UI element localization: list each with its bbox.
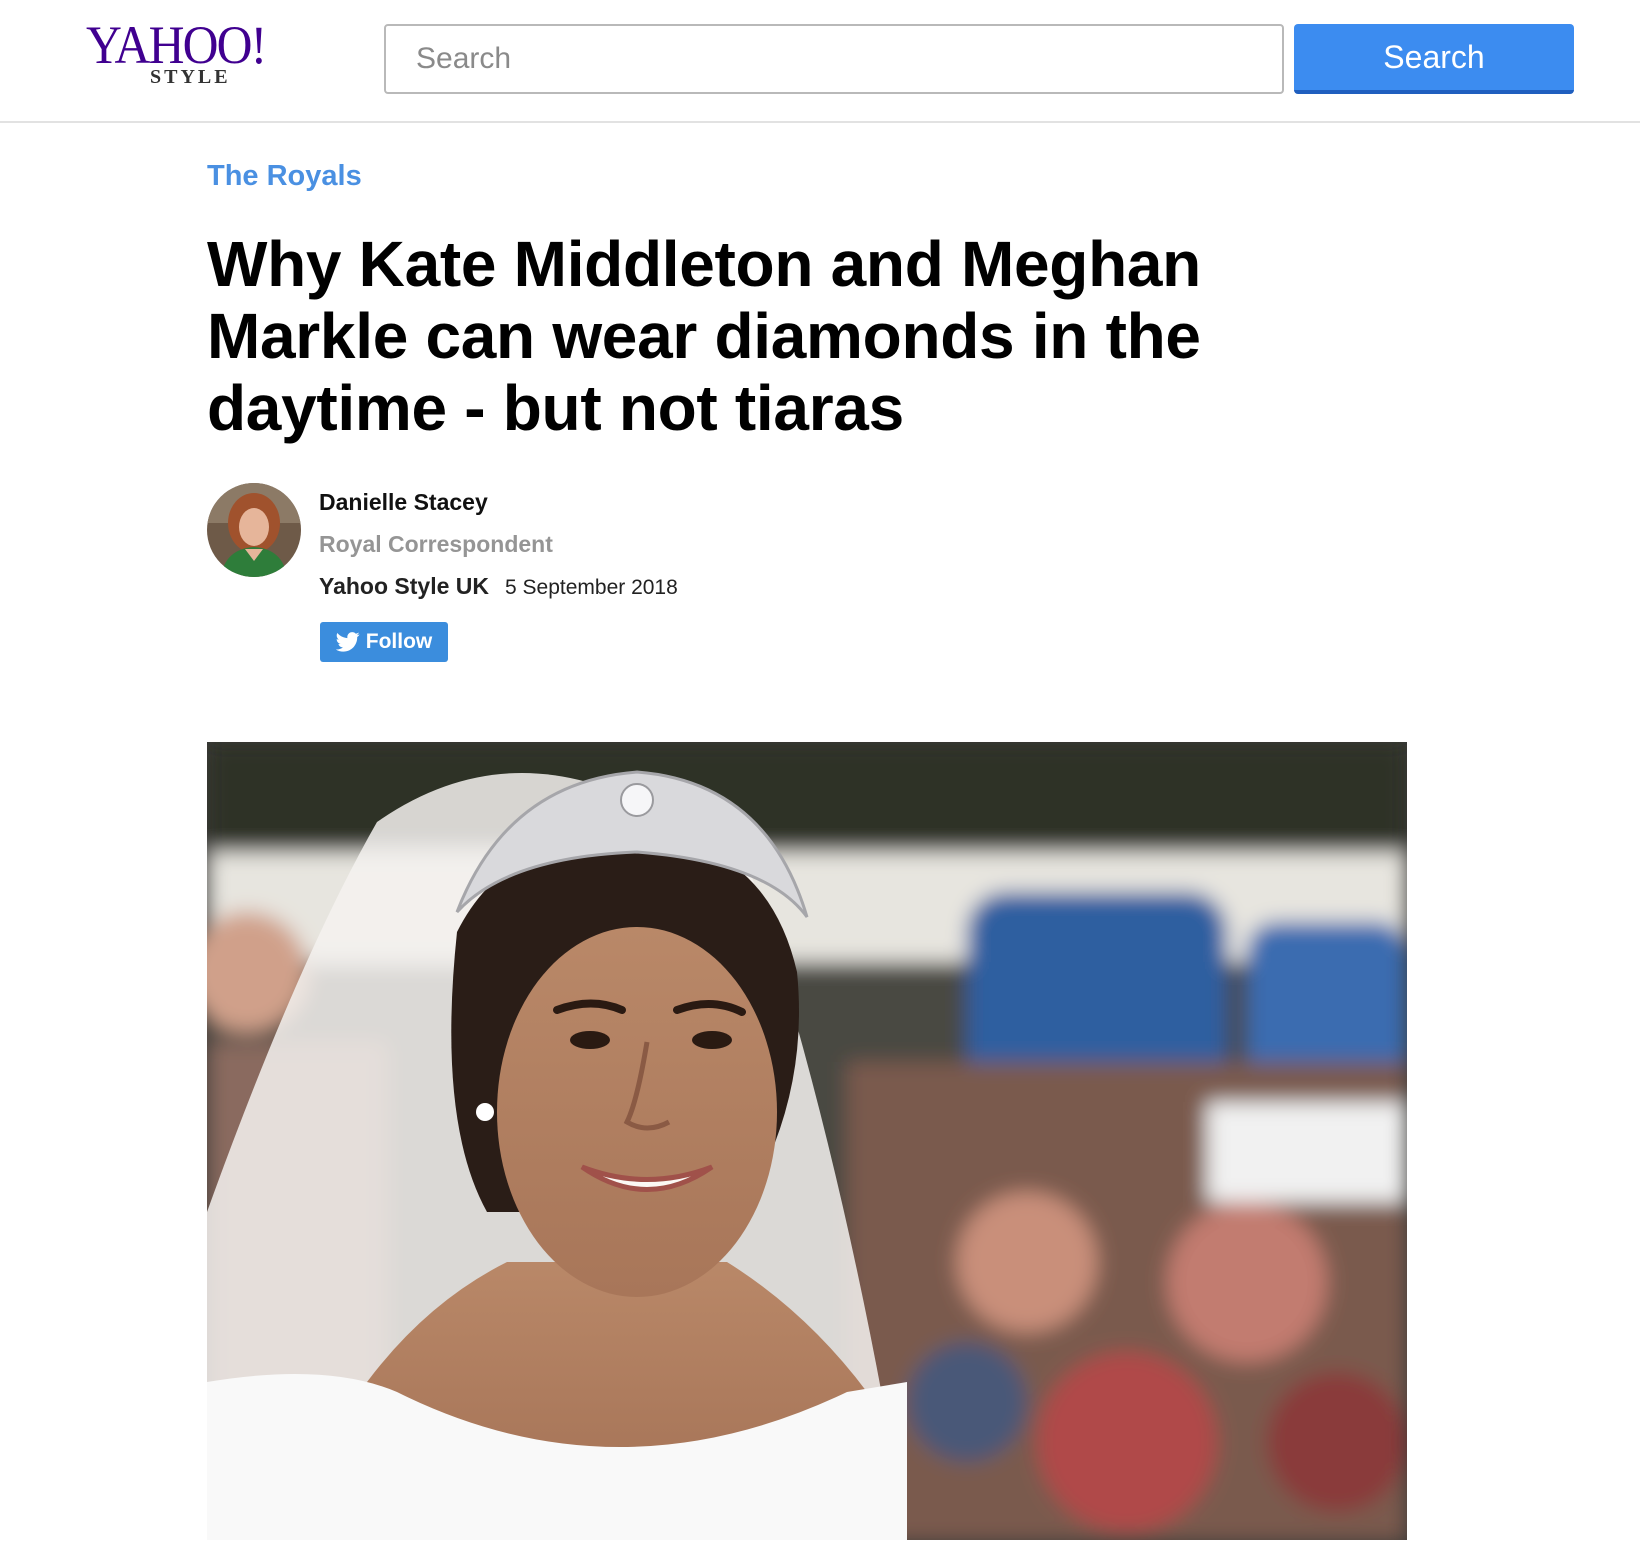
search-button[interactable]: Search (1294, 24, 1574, 94)
publish-date: 5 September 2018 (505, 576, 678, 599)
category-link[interactable]: The Royals (207, 160, 362, 193)
logo-wordmark: YAHOO! (86, 15, 267, 75)
author-name[interactable]: Danielle Stacey (319, 489, 488, 516)
yahoo-style-logo[interactable]: YAHOO! STYLE (86, 18, 276, 96)
provider-name[interactable]: Yahoo Style UK (319, 573, 489, 600)
author-photo (207, 483, 301, 577)
twitter-follow-button[interactable]: Follow (320, 622, 448, 662)
search-input[interactable] (384, 24, 1284, 94)
article-headline: Why Kate Middleton and Meghan Markle can… (207, 228, 1201, 444)
author-title: Royal Correspondent (319, 531, 553, 557)
twitter-bird-icon (335, 632, 360, 652)
site-header: YAHOO! STYLE Search (0, 0, 1640, 123)
author-avatar[interactable] (207, 483, 301, 577)
follow-label: Follow (365, 630, 433, 653)
logo-subtitle: STYLE (150, 66, 231, 88)
hero-image (207, 742, 1407, 1540)
hero-photo (207, 742, 1407, 1540)
